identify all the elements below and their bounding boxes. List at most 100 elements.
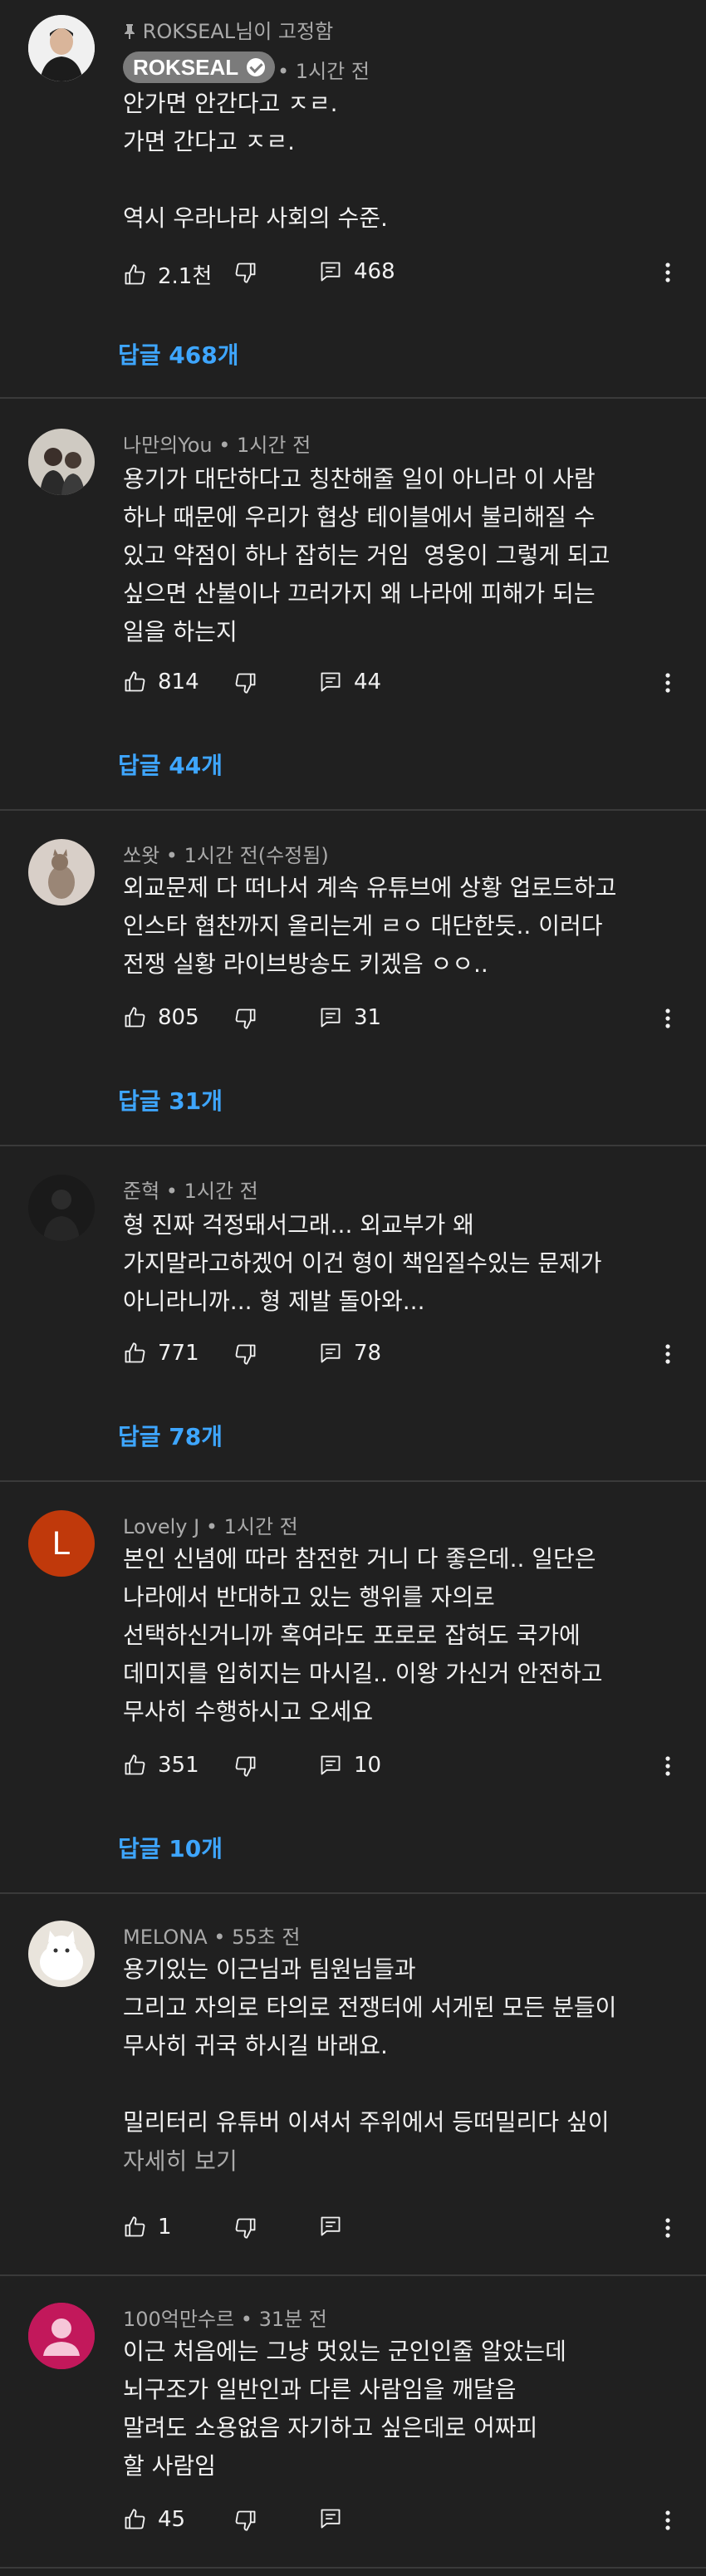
author-name[interactable]: MELONA xyxy=(123,1926,208,1949)
author-name[interactable]: 쏘왓 xyxy=(123,844,159,867)
like-count: 45 xyxy=(158,2507,186,2532)
avatar-photo-icon xyxy=(28,1175,95,1241)
thumbs-up-icon xyxy=(125,2509,145,2529)
comment-actions: 814 44 xyxy=(123,670,688,703)
author-name[interactable]: Lovely J xyxy=(123,1515,199,1538)
divider xyxy=(0,397,706,399)
thumbs-up-icon xyxy=(125,1007,145,1028)
like-button[interactable]: 814 xyxy=(123,670,199,694)
dislike-button[interactable] xyxy=(234,261,257,284)
dislike-button[interactable] xyxy=(234,671,257,694)
time-text: 1시간 전(수정됨) xyxy=(184,844,329,867)
thumbs-down-icon xyxy=(235,1756,256,1777)
comment-actions: 351 10 xyxy=(123,1753,688,1786)
more-vert-icon xyxy=(665,263,670,282)
like-button[interactable]: 805 xyxy=(123,1005,199,1030)
divider xyxy=(0,809,706,811)
avatar[interactable] xyxy=(28,2303,95,2369)
dislike-button[interactable] xyxy=(234,1342,257,1366)
more-vert-icon xyxy=(665,1756,670,1776)
like-button[interactable]: 2.1천 xyxy=(123,259,212,290)
comment-text: 이근 처음에는 그냥 멋있는 군인인줄 알았는데 뇌구조가 일반인과 다른 사람… xyxy=(123,2338,566,2480)
like-button[interactable]: 771 xyxy=(123,1341,199,1366)
author-name[interactable]: 준혁 xyxy=(123,1180,159,1203)
replies-link[interactable]: 답글 10개 xyxy=(118,1831,223,1864)
divider xyxy=(0,2567,706,2569)
like-count: 351 xyxy=(158,1753,199,1778)
pin-icon xyxy=(125,24,135,39)
more-button[interactable] xyxy=(663,671,673,694)
show-more-link[interactable]: 자세히 보기 xyxy=(123,2143,238,2176)
avatar-photo-icon xyxy=(28,839,95,905)
reply-button[interactable]: 468 xyxy=(319,259,395,284)
time-text: 1시간 전 xyxy=(184,1180,258,1203)
author-name: ROKSEAL xyxy=(133,54,239,80)
divider xyxy=(0,1892,706,1894)
more-button[interactable] xyxy=(663,1342,673,1366)
more-button[interactable] xyxy=(663,2509,673,2532)
dislike-button[interactable] xyxy=(234,1754,257,1778)
comment-actions: 2.1천 468 xyxy=(123,259,688,292)
avatar[interactable] xyxy=(28,1175,95,1241)
more-button[interactable] xyxy=(663,1754,673,1778)
thumbs-down-icon xyxy=(235,1008,256,1029)
comment-meta: 나만의You • 1시간 전 xyxy=(123,434,311,457)
comment-meta: 준혁 • 1시간 전 xyxy=(123,1180,258,1203)
comment-text: 외교문제 다 떠나서 계속 유튜브에 상황 업로드하고 인스타 협찬까지 올리는… xyxy=(123,874,617,978)
like-button[interactable]: 351 xyxy=(123,1753,199,1778)
thumbs-up-icon xyxy=(125,671,145,692)
divider xyxy=(0,1145,706,1146)
comment-meta: MELONA • 55초 전 xyxy=(123,1926,301,1949)
more-button[interactable] xyxy=(663,2216,673,2240)
time-text: 1시간 전 xyxy=(237,434,311,457)
comment-time: • 1시간 전 xyxy=(277,60,370,83)
more-vert-icon xyxy=(665,1344,670,1364)
reply-button[interactable] xyxy=(319,2215,342,2238)
dislike-button[interactable] xyxy=(234,1007,257,1030)
comment-actions: 805 31 xyxy=(123,1005,688,1038)
thumbs-down-icon xyxy=(235,2510,256,2531)
avatar[interactable]: L xyxy=(28,1510,95,1577)
thumbs-up-icon xyxy=(125,263,145,284)
dislike-button[interactable] xyxy=(234,2509,257,2532)
reply-count: 10 xyxy=(354,1753,382,1778)
verified-check-icon xyxy=(247,58,266,76)
reply-count: 468 xyxy=(354,259,395,284)
reply-button[interactable]: 10 xyxy=(319,1753,381,1778)
reply-button[interactable]: 44 xyxy=(319,670,381,694)
reply-button[interactable]: 31 xyxy=(319,1005,381,1030)
comment-actions: 45 xyxy=(123,2507,688,2540)
reply-icon xyxy=(321,262,341,282)
comment-meta: 100억만수르 • 31분 전 xyxy=(123,2308,327,2331)
reply-button[interactable]: 78 xyxy=(319,1341,381,1366)
thumbs-up-icon xyxy=(125,2216,145,2237)
divider xyxy=(0,1480,706,1482)
more-button[interactable] xyxy=(663,261,673,284)
more-vert-icon xyxy=(665,1008,670,1028)
avatar[interactable] xyxy=(28,1921,95,1987)
dislike-button[interactable] xyxy=(234,2216,257,2240)
avatar-photo-icon xyxy=(28,15,95,81)
like-button[interactable]: 45 xyxy=(123,2507,185,2532)
replies-link[interactable]: 답글 31개 xyxy=(118,1083,223,1116)
replies-link[interactable]: 답글 44개 xyxy=(118,748,223,781)
more-button[interactable] xyxy=(663,1007,673,1030)
avatar-photo-icon xyxy=(28,1921,95,1987)
time-text: 31분 전 xyxy=(258,2308,327,2331)
avatar[interactable] xyxy=(28,839,95,905)
avatar[interactable] xyxy=(28,15,95,81)
reply-button[interactable] xyxy=(319,2507,342,2530)
like-count: 814 xyxy=(158,670,199,694)
replies-link[interactable]: 답글 78개 xyxy=(118,1419,223,1452)
comment-text: 형 진짜 걱정돼서그래... 외교부가 왜 가지말라고하겠어 이건 형이 책임질… xyxy=(123,1211,602,1315)
replies-link[interactable]: 답글 468개 xyxy=(118,337,238,370)
comment-text: 용기있는 이근님과 팀원님들과 그리고 자의로 타의로 전쟁터에 서게된 모든 … xyxy=(123,1955,617,2136)
thumbs-up-icon xyxy=(125,1342,145,1363)
author-chip[interactable]: ROKSEAL xyxy=(123,52,276,83)
pinned-label-row: ROKSEAL님이 고정함 xyxy=(123,15,333,44)
avatar[interactable] xyxy=(28,429,95,495)
author-name[interactable]: 100억만수르 xyxy=(123,2308,234,2331)
author-name[interactable]: 나만의You xyxy=(123,434,213,457)
divider xyxy=(0,2274,706,2276)
like-button[interactable]: 1 xyxy=(123,2215,172,2240)
